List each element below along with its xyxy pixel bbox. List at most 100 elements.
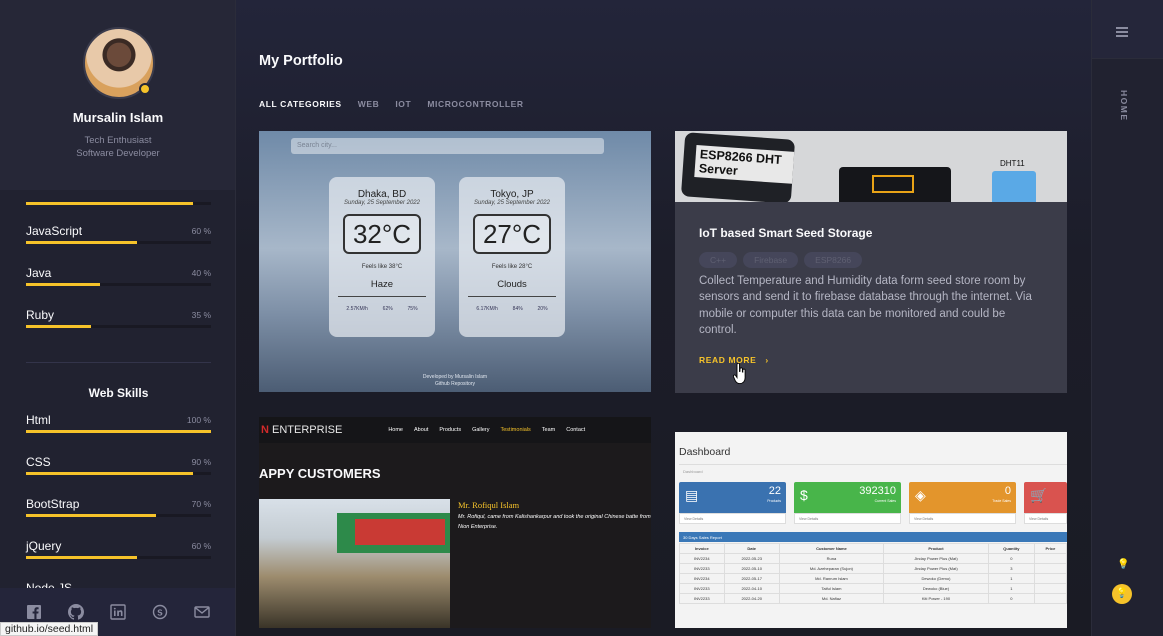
weather-stats: 6.17KM/h 84% 20%	[459, 306, 565, 312]
linkedin-icon[interactable]	[110, 604, 126, 620]
table-cell: Jinday Power Plus (Mat)	[883, 563, 989, 574]
weather-stats: 2.57KM/h 62% 75%	[329, 306, 435, 312]
table-cell: 0	[987, 553, 1035, 564]
online-status-dot	[139, 83, 151, 95]
table-cell: Md. Ranrum Islam	[778, 573, 885, 584]
mail-icon[interactable]	[194, 604, 210, 620]
temperature: 27°C	[473, 214, 551, 254]
divider	[26, 362, 211, 363]
table-cell: INV2234	[679, 573, 725, 584]
table-header-row: Invoice Date Customer Name Product Quant…	[679, 543, 1067, 554]
portfolio-card-iot[interactable]: ESP8266 DHT Server DHT11 IoT based Smart…	[675, 131, 1067, 393]
table-body: INV2234 2022-05-23 Runa Jinday Power Plus (…	[679, 553, 1067, 604]
table-cell: 0	[987, 593, 1035, 604]
table-cell: Taiful Islam	[778, 583, 885, 594]
skill-bootstrap: BootStrap 70 %	[26, 493, 211, 535]
site-nav: N ENTERPRISE Home About Products Gallery…	[259, 417, 651, 443]
table-row: INV2233 2022-05-10 Md. Azeheparan (Sujon) J…	[679, 563, 1067, 574]
dht11-sensor-image	[992, 171, 1036, 205]
menu-button[interactable]	[1092, 0, 1163, 59]
status-bar-url: github.io/seed.html	[0, 622, 99, 636]
table-cell: INV2233	[679, 583, 725, 594]
table-cell: Md. Azeheparan (Sujon)	[778, 563, 885, 574]
skill-label: BootStrap	[26, 497, 80, 511]
stat-tile: ◈ 0 Trade Sales View Details	[909, 482, 1016, 524]
nav-home[interactable]: HOME	[1115, 90, 1129, 130]
facebook-icon[interactable]	[26, 604, 42, 620]
skill-label: jQuery	[26, 539, 62, 553]
testimonial-name: Mr. Rofiqul Islam	[458, 500, 520, 510]
portfolio-card-dashboard[interactable]: Dashboard Dashboard ▤ 22 Products View D…	[675, 432, 1067, 628]
skill-percent: 100 %	[186, 415, 211, 425]
portfolio-card-weather[interactable]: Search city... Dhaka, BD Sunday, 25 Sept…	[259, 131, 651, 392]
table-cell: 1	[987, 583, 1035, 594]
dollar-icon: $	[800, 487, 808, 503]
weather-city-card: Dhaka, BD Sunday, 25 September 2022 32°C…	[329, 177, 435, 337]
skill-bar	[26, 283, 211, 286]
table-cell: Dewoko (Blue)	[883, 583, 989, 594]
github-icon[interactable]	[68, 604, 85, 620]
hand-cursor-icon	[733, 363, 746, 385]
table-cell: Md. Nafiaz	[778, 593, 885, 604]
portfolio-main: My Portfolio ALL CATEGORIES WEB IOT MICR…	[236, 0, 1091, 636]
section-heading: APPY CUSTOMERS	[259, 466, 381, 481]
wind-speed: 2.57KM/h	[346, 306, 368, 312]
language-skill-list: JavaScript 60 % Java 40 % Ruby 35 %	[26, 220, 211, 346]
table-cell: INV2233	[679, 593, 725, 604]
sensor-label: DHT11	[1000, 159, 1025, 168]
table-cell: 3	[987, 563, 1035, 574]
table-row: INV2233 2022-04-20 Md. Nafiaz Kiti Power - …	[679, 593, 1067, 604]
table-cell: 2022-04-20	[723, 593, 780, 604]
portfolio-card-enterprise[interactable]: N ENTERPRISE Home About Products Gallery…	[259, 417, 651, 628]
skill-label: Java	[26, 266, 52, 280]
breadcrumb: Dashboard	[679, 464, 1067, 476]
skill-label: Ruby	[26, 308, 55, 322]
skype-icon[interactable]	[152, 604, 168, 620]
table-title: 30 Days Sales Report	[679, 532, 1067, 542]
skill-jquery: jQuery 60 %	[26, 535, 211, 577]
hamburger-icon	[1116, 27, 1128, 29]
skill-javascript: JavaScript 60 %	[26, 220, 211, 262]
cloudiness: 75%	[407, 306, 418, 312]
humidity: 62%	[382, 306, 393, 312]
skill-ruby: Ruby 35 %	[26, 304, 211, 346]
skill-percent: 60 %	[191, 541, 211, 551]
wind-speed: 6.17KM/h	[476, 306, 498, 312]
avatar	[83, 27, 155, 99]
web-skills-title: Web Skills	[88, 386, 149, 400]
stat-tile: 🛒 View Details	[1024, 482, 1067, 524]
category-filters: ALL CATEGORIES WEB IOT MICROCONTROLLER	[259, 99, 524, 109]
profile-name: Mursalin Islam	[72, 110, 164, 125]
site-menu: Home About Products Gallery Testimonials…	[388, 427, 586, 433]
table-row: INV2233 2022-04-10 Taiful Islam Dewoko (Blu…	[679, 583, 1067, 594]
table-cell: Runa	[778, 553, 885, 564]
weather-credit: Developed by Mursalin Islam Github Repos…	[422, 374, 488, 387]
filter-web[interactable]: WEB	[358, 99, 380, 109]
skill-percent: 40 %	[191, 268, 211, 278]
skill-bar	[26, 472, 211, 475]
city-name: Tokyo, JP	[490, 189, 534, 200]
chevron-right-icon: ›	[765, 355, 769, 365]
filter-microcontroller[interactable]: MICROCONTROLLER	[427, 99, 523, 109]
table-cell: 1	[987, 573, 1035, 584]
skill-percent: 90 %	[191, 457, 211, 467]
right-nav: HOME 💡 💡	[1091, 0, 1163, 636]
sales-table: Invoice Date Customer Name Product Quant…	[679, 543, 1067, 604]
esp8266-board-image: ESP8266 DHT Server	[680, 132, 796, 204]
weather-city-card: Tokyo, JP Sunday, 25 September 2022 27°C…	[459, 177, 565, 337]
table-cell	[1033, 583, 1067, 594]
profile-role-1: Tech Enthusiast	[84, 135, 152, 146]
filter-all-categories[interactable]: ALL CATEGORIES	[259, 99, 342, 109]
theme-toggle-button[interactable]: 💡	[1112, 584, 1132, 604]
table-cell: Jinday Power Plus (Mat)	[883, 553, 989, 564]
tag-icon: ◈	[915, 487, 926, 503]
table-cell	[1033, 573, 1067, 584]
stat-tile: ▤ 22 Products View Details	[679, 482, 786, 524]
skill-label: CSS	[26, 455, 51, 469]
filter-iot[interactable]: IOT	[395, 99, 411, 109]
feels-like: Feels like 28°C	[491, 264, 533, 270]
brand-logo: N ENTERPRISE	[261, 424, 343, 436]
table-cell	[1033, 593, 1067, 604]
skill-bar	[26, 514, 211, 517]
skill-bar	[26, 430, 211, 433]
